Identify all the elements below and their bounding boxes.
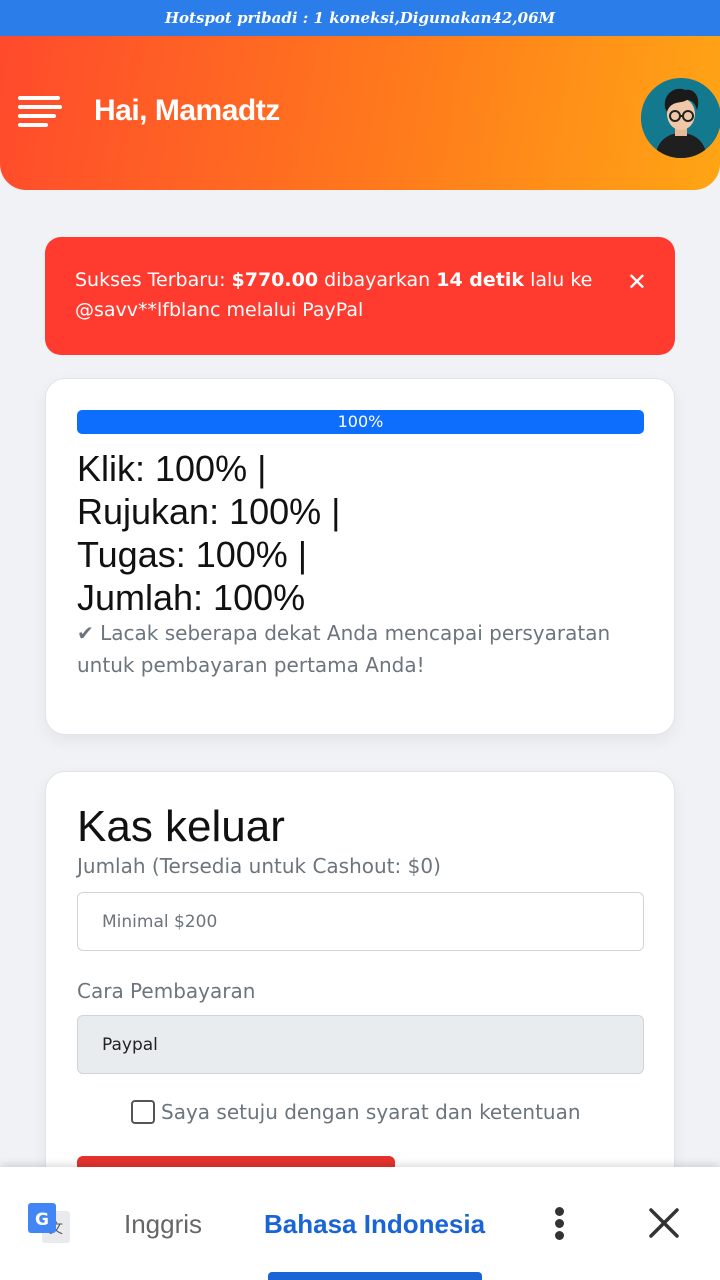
progress-stats: Klik: 100% | Rujukan: 100% | Tugas: 100%…: [77, 447, 341, 619]
terms-agreement: Saya setuju dengan syarat dan ketentuan: [131, 1100, 581, 1124]
google-translate-icon[interactable]: 文 G: [26, 1201, 72, 1247]
active-tab-indicator: [268, 1272, 482, 1280]
progress-bar: 100%: [77, 410, 644, 434]
stat-jumlah: Jumlah: 100%: [77, 577, 306, 618]
source-language-tab[interactable]: Inggris: [124, 1209, 202, 1240]
success-alert: Sukses Terbaru: $770.00 dibayarkan 14 de…: [45, 237, 675, 355]
translate-bar: 文 G Inggris Bahasa Indonesia: [0, 1167, 720, 1280]
svg-text:G: G: [35, 1210, 49, 1230]
menu-icon[interactable]: [18, 96, 62, 128]
avatar-icon: [641, 78, 720, 158]
more-options-icon[interactable]: [554, 1207, 566, 1241]
check-icon: ✔: [77, 621, 94, 645]
cashout-title: Kas keluar: [77, 802, 285, 851]
progress-note: ✔ Lacak seberapa dekat Anda mencapai per…: [77, 621, 611, 677]
amount-label: Jumlah (Tersedia untuk Cashout: $0): [77, 854, 441, 878]
stat-rujukan: Rujukan: 100% |: [77, 491, 341, 532]
terms-label: Saya setuju dengan syarat dan ketentuan: [161, 1100, 581, 1124]
status-bar-text: Hotspot pribadi : 1 koneksi,Digunakan42,…: [164, 9, 556, 27]
terms-checkbox[interactable]: [131, 1100, 155, 1124]
close-translate-icon[interactable]: [648, 1207, 680, 1239]
payment-method-select[interactable]: Paypal: [77, 1015, 644, 1074]
amount-input[interactable]: Minimal $200: [77, 892, 644, 951]
amount-placeholder: Minimal $200: [102, 911, 218, 932]
payment-method-value: Paypal: [102, 1034, 158, 1055]
stat-tugas: Tugas: 100% |: [77, 534, 308, 575]
progress-card: 100% Klik: 100% | Rujukan: 100% | Tugas:…: [45, 378, 675, 735]
greeting-title: Hai, Mamadtz: [94, 94, 280, 127]
cashout-card: Kas keluar Jumlah (Tersedia untuk Cashou…: [45, 771, 675, 1192]
payment-method-label: Cara Pembayaran: [77, 979, 256, 1003]
alert-text: Sukses Terbaru: $770.00 dibayarkan 14 de…: [75, 269, 593, 321]
status-bar: Hotspot pribadi : 1 koneksi,Digunakan42,…: [0, 0, 720, 36]
stat-klik: Klik: 100% |: [77, 448, 267, 489]
progress-fill: 100%: [77, 410, 644, 434]
close-icon[interactable]: ✕: [627, 267, 647, 297]
avatar[interactable]: [641, 78, 720, 158]
app-header: Hai, Mamadtz: [0, 36, 720, 190]
target-language-tab[interactable]: Bahasa Indonesia: [264, 1209, 485, 1240]
